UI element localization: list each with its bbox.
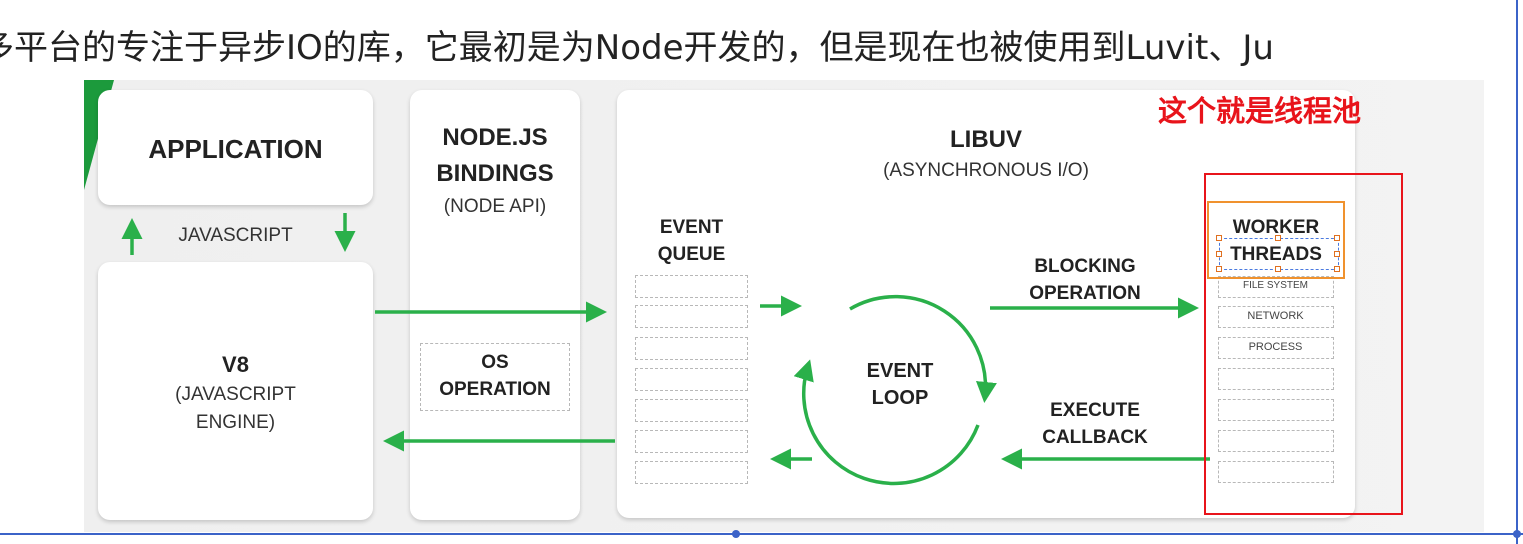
selection-handle[interactable] [1334,266,1340,272]
selection-handle[interactable] [1275,235,1281,241]
bottom-center-dot[interactable] [732,530,740,538]
event-loop-circle-arc-right [849,294,997,403]
selection-handle[interactable] [1216,251,1222,257]
selection-handle[interactable] [1216,235,1222,241]
bottom-selection-line [0,533,1523,535]
right-selection-line [1516,0,1518,544]
annotation-text: 这个就是线程池 [1158,94,1362,128]
event-loop-circle-arc-left [793,359,980,486]
bottom-right-dot[interactable] [1513,530,1521,538]
selection-handle[interactable] [1275,266,1281,272]
selection-handle[interactable] [1334,235,1340,241]
selection-handle[interactable] [1216,266,1222,272]
selection-handle[interactable] [1334,251,1340,257]
